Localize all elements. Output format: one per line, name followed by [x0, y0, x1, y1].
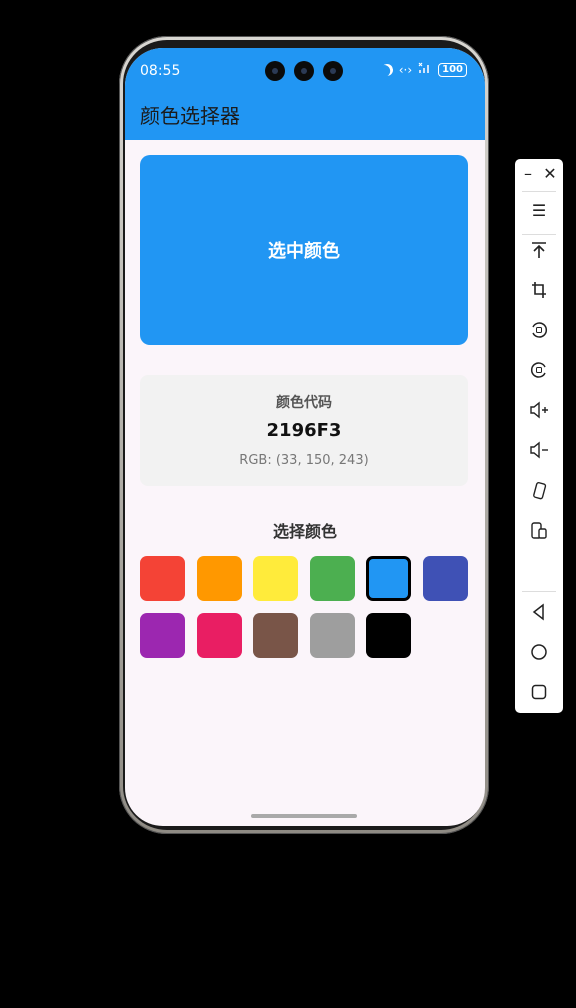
close-icon[interactable]: ✕ [526, 164, 574, 184]
color-swatch[interactable] [196, 613, 242, 658]
divider [522, 191, 556, 192]
camera-icon [265, 61, 285, 81]
palette-title: 选择颜色 [272, 522, 337, 541]
pin-top-icon[interactable] [515, 241, 563, 264]
page-title: 颜色选择器 [140, 104, 240, 128]
app-bar: 08:55 ‹·› 100 颜色选择器 [125, 48, 485, 140]
camera-icon [294, 61, 314, 81]
device-screen: 08:55 ‹·› 100 颜色选择器 选中颜色 颜色代码 2196F3 RGB… [125, 48, 485, 826]
home-indicator[interactable] [251, 814, 357, 818]
shake-icon[interactable] [515, 481, 563, 506]
color-swatch[interactable] [196, 556, 242, 601]
recents-icon[interactable] [515, 683, 563, 706]
multi-screen-icon[interactable] [515, 521, 563, 546]
crop-icon[interactable] [515, 281, 563, 304]
color-swatch[interactable] [253, 556, 299, 601]
volume-down-icon[interactable] [515, 441, 563, 464]
home-icon[interactable] [515, 643, 563, 666]
color-rgb-value: RGB: (33, 150, 243) [239, 453, 369, 468]
rotate-right-icon[interactable] [515, 361, 563, 384]
status-time: 08:55 [140, 63, 181, 79]
signal-icon [418, 62, 432, 77]
volume-up-icon[interactable] [515, 401, 563, 424]
rotate-left-icon[interactable] [515, 321, 563, 344]
divider [522, 234, 556, 235]
divider [522, 591, 556, 592]
color-code-label: 颜色代码 [276, 395, 332, 411]
color-info-card: 颜色代码 2196F3 RGB: (33, 150, 243) [140, 375, 468, 486]
battery-icon: 100 [438, 62, 467, 77]
color-swatch[interactable] [309, 613, 355, 658]
color-swatch[interactable] [366, 556, 412, 601]
color-swatch[interactable] [140, 613, 185, 658]
color-swatch[interactable] [309, 556, 355, 601]
do-not-disturb-icon [379, 62, 394, 77]
data-transfer-icon: ‹·› [398, 62, 413, 77]
preview-label: 选中颜色 [268, 241, 340, 262]
camera-icon [323, 61, 343, 81]
color-swatch[interactable] [253, 613, 299, 658]
status-icons: ‹·› 100 [381, 62, 467, 77]
selected-color-preview: 选中颜色 [140, 155, 468, 345]
color-hex-value: 2196F3 [266, 420, 342, 441]
color-swatch[interactable] [423, 556, 468, 601]
emulator-toolbar: – ✕ ☰ [515, 159, 563, 713]
color-swatch[interactable] [140, 556, 185, 601]
color-swatch[interactable] [366, 613, 412, 658]
back-icon[interactable] [515, 603, 563, 626]
menu-icon[interactable]: ☰ [515, 201, 563, 221]
